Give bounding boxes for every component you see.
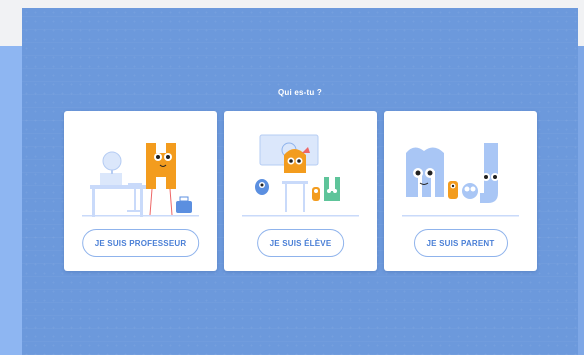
right-edge-strip [578, 46, 584, 355]
parent-role-button[interactable]: JE SUIS PARENT [413, 229, 508, 257]
parent-monster-illustration [392, 125, 529, 221]
teacher-monster-illustration [72, 125, 209, 221]
left-edge-strip [0, 46, 22, 355]
role-selection-panel: Qui es-tu ? JE SUIS PROFESSEUR JE SUIS É… [22, 8, 578, 355]
role-card-teacher[interactable]: JE SUIS PROFESSEUR [64, 111, 217, 271]
role-card-student[interactable]: JE SUIS ÉLÈVE [224, 111, 377, 271]
teacher-role-button[interactable]: JE SUIS PROFESSEUR [81, 229, 200, 257]
question-title: Qui es-tu ? [278, 88, 322, 97]
role-card-parent[interactable]: JE SUIS PARENT [384, 111, 537, 271]
student-role-button[interactable]: JE SUIS ÉLÈVE [256, 229, 345, 257]
student-monster-illustration [232, 125, 369, 221]
